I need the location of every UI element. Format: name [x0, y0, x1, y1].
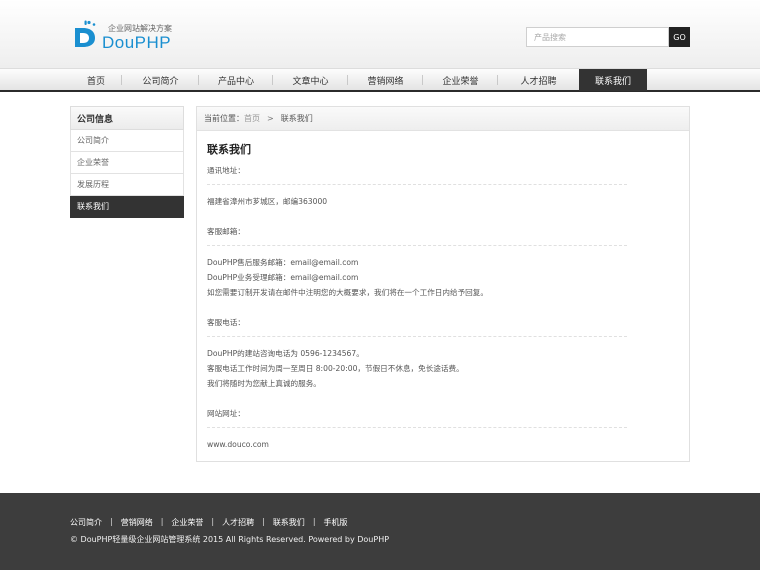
footer-separator: | [160, 517, 164, 526]
sidebar-item-contact[interactable]: 联系我们 [70, 196, 184, 218]
sidebar: 公司信息 公司简介 企业荣誉 发展历程 联系我们 [70, 106, 184, 218]
address-value: 福建省漳州市芗城区，邮编363000 [207, 197, 328, 206]
phone-line: 客服电话工作时间为周一至周日 8:00-20:00，节假日不休息，免长途话费。 [207, 364, 464, 373]
phone-line: 我们将随时为您献上真诚的服务。 [207, 379, 321, 388]
douphp-logo-icon [75, 20, 96, 47]
email-line: DouPHP业务受理邮箱：email@email.com [207, 273, 359, 282]
email-line: DouPHP售后服务邮箱：email@email.com [207, 258, 359, 267]
divider [207, 336, 627, 337]
site-footer: 公司简介 | 营销网络 | 企业荣誉 | 人才招聘 | 联系我们 | 手机版 ©… [0, 493, 760, 570]
divider [207, 427, 627, 428]
sidebar-item-history[interactable]: 发展历程 [70, 174, 184, 196]
main-nav: 首页 公司简介 产品中心 文章中心 营销网络 企业荣誉 人才招聘 联系我们 [0, 68, 760, 92]
footer-link-network[interactable]: 营销网络 [121, 517, 153, 528]
nav-item-honors[interactable]: 企业荣誉 [423, 69, 498, 91]
sidebar-item-about[interactable]: 公司简介 [70, 130, 184, 152]
footer-links: 公司简介 | 营销网络 | 企业荣誉 | 人才招聘 | 联系我们 | 手机版 [70, 517, 348, 528]
search-button[interactable]: GO [669, 27, 690, 47]
site-logo[interactable]: 企业网站解决方案 DouPHP [72, 16, 182, 52]
nav-item-articles[interactable]: 文章中心 [273, 69, 348, 91]
address-label: 通讯地址： [207, 166, 245, 175]
nav-item-jobs[interactable]: 人才招聘 [498, 69, 579, 91]
copyright: © DouPHP轻量级企业网站管理系统 2015 All Rights Rese… [70, 535, 390, 544]
nav-item-contact[interactable]: 联系我们 [579, 69, 647, 91]
footer-link-contact[interactable]: 联系我们 [273, 517, 305, 528]
footer-separator: | [312, 517, 316, 526]
site-value: www.douco.com [207, 440, 269, 449]
footer-link-honors[interactable]: 企业荣誉 [171, 517, 203, 528]
footer-link-about[interactable]: 公司简介 [70, 517, 102, 528]
footer-separator: | [262, 517, 265, 526]
nav-item-about[interactable]: 公司简介 [122, 69, 199, 91]
phone-label: 客服电话： [207, 318, 245, 327]
divider [207, 184, 627, 185]
phone-line: DouPHP的建站咨询电话为 0596-1234567。 [207, 349, 364, 358]
breadcrumb: 当前位置： 首页 > 联系我们 [197, 107, 689, 131]
content-panel: 当前位置： 首页 > 联系我们 联系我们 通讯地址： 福建省漳州市芗城区，邮编3… [196, 106, 690, 462]
footer-separator: | [211, 517, 215, 526]
logo-wordmark: DouPHP [102, 33, 172, 52]
site-header: 企业网站解决方案 DouPHP GO [0, 0, 760, 68]
breadcrumb-home-link[interactable]: 首页 [244, 113, 260, 124]
breadcrumb-prefix: 当前位置： [204, 114, 244, 123]
contact-content: 联系我们 通讯地址： 福建省漳州市芗城区，邮编363000 客服邮箱： DouP… [207, 141, 627, 452]
footer-separator: | [110, 517, 113, 526]
nav-item-home[interactable]: 首页 [70, 69, 122, 91]
footer-link-jobs[interactable]: 人才招聘 [222, 517, 254, 528]
page-title: 联系我们 [207, 143, 251, 156]
nav-item-products[interactable]: 产品中心 [199, 69, 273, 91]
footer-link-mobile[interactable]: 手机版 [324, 517, 348, 528]
email-note: 如您需要订制开发请在邮件中注明您的大概要求，我们将在一个工作日内给予回复。 [207, 288, 488, 297]
sidebar-title: 公司信息 [70, 106, 184, 130]
search-input[interactable] [526, 27, 669, 47]
breadcrumb-current: 联系我们 [280, 114, 313, 123]
breadcrumb-separator: > [267, 114, 274, 123]
site-label: 网站网址： [207, 409, 245, 418]
divider [207, 245, 627, 246]
search-form: GO [526, 27, 690, 47]
nav-item-network[interactable]: 营销网络 [348, 69, 423, 91]
sidebar-item-honors[interactable]: 企业荣誉 [70, 152, 184, 174]
email-label: 客服邮箱： [207, 227, 245, 236]
